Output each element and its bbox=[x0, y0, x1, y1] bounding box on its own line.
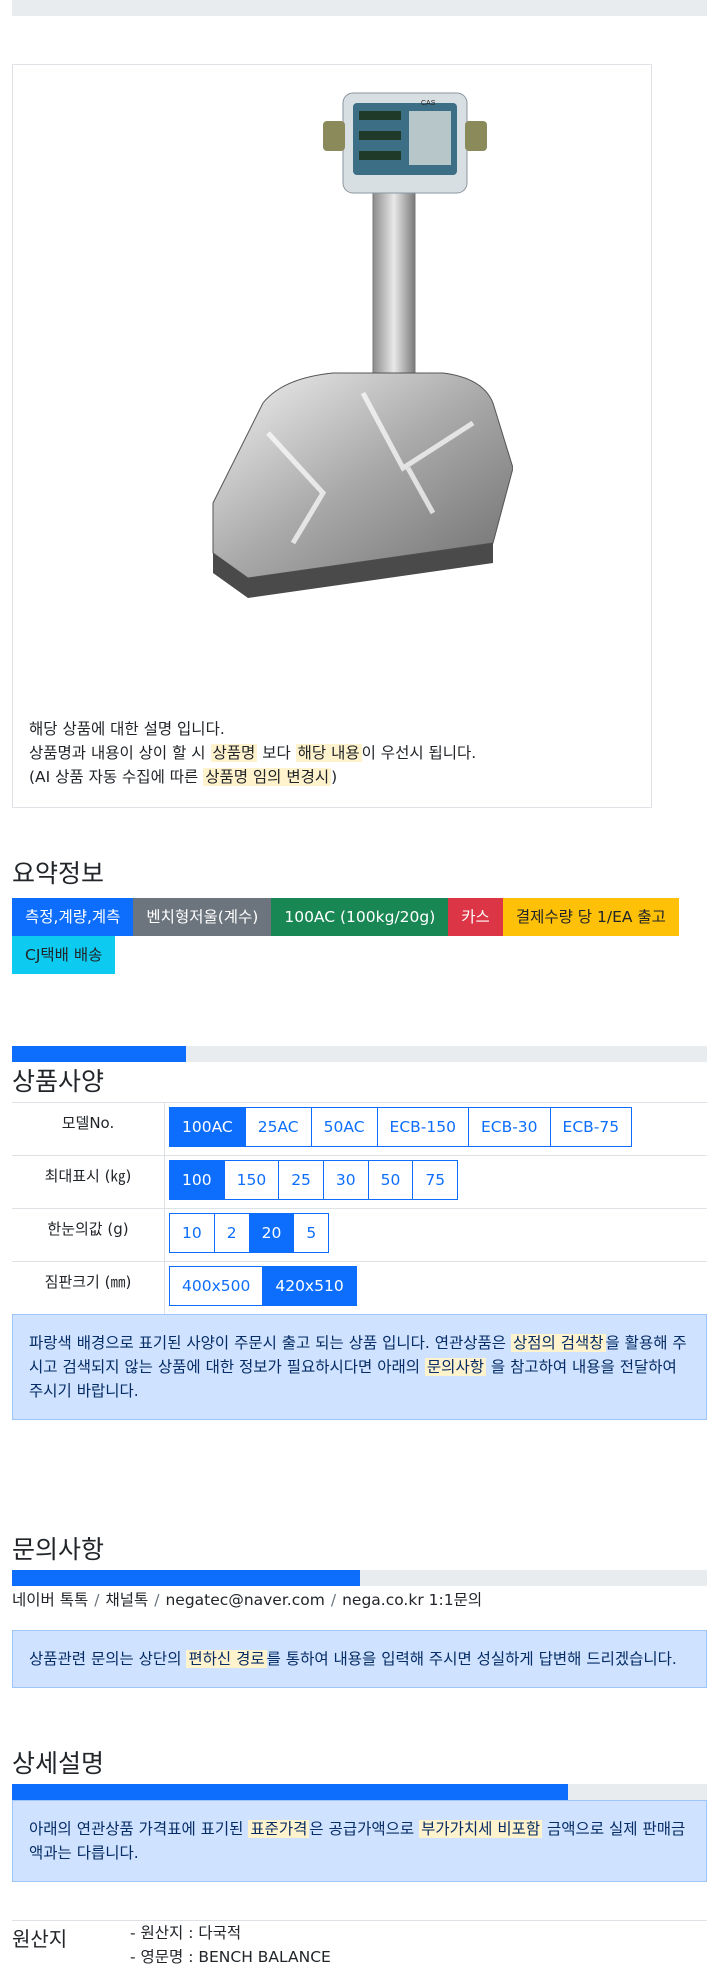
separator: / bbox=[94, 1591, 100, 1609]
option-button[interactable]: ECB-150 bbox=[376, 1107, 469, 1147]
option-button[interactable]: 100 bbox=[169, 1160, 225, 1200]
highlight-name-change: 상품명 임의 변경시 bbox=[203, 768, 332, 786]
product-image-card: CAS 해당 상품에 대한 설명 입니다. 상품명과 내용이 상이 할 시 상품… bbox=[12, 64, 652, 808]
spec-row-platter-size: 짐판크기 (㎜) 400x500 420x510 bbox=[12, 1261, 707, 1314]
desc-text: 보다 bbox=[257, 744, 296, 762]
desc-text: (AI 상품 자동 수집에 따른 bbox=[29, 768, 204, 786]
page: CAS 해당 상품에 대한 설명 입니다. 상품명과 내용이 상이 할 시 상품… bbox=[12, 0, 720, 1969]
option-button[interactable]: 400x500 bbox=[169, 1266, 264, 1306]
desc-text: 상품명과 내용이 상이 할 시 bbox=[29, 744, 211, 762]
spec-label: 최대표시 (㎏) bbox=[12, 1155, 165, 1209]
spec-options-cell: 10 2 20 5 bbox=[164, 1208, 707, 1262]
option-group-capacity: 100 150 25 30 50 75 bbox=[169, 1160, 459, 1200]
inquiry-notice: 상품관련 문의는 상단의 편하신 경로 를 통하여 내용을 입력해 주시면 성실하… bbox=[12, 1630, 707, 1688]
product-image: CAS bbox=[212, 92, 513, 598]
progress-fill bbox=[12, 1046, 186, 1062]
option-button[interactable]: 50 bbox=[367, 1160, 414, 1200]
separator: / bbox=[330, 1591, 337, 1609]
option-button[interactable]: 100AC bbox=[169, 1107, 246, 1147]
detail-notice: 아래의 연관상품 가격표에 표기된 표준가격 은 공급가액으로 부가가치세 비포함… bbox=[12, 1800, 707, 1882]
highlight-inquiry: 문의사항 bbox=[424, 1358, 486, 1376]
spec-table: 모델No. 100AC 25AC 50AC ECB-150 ECB-30 ECB… bbox=[12, 1102, 707, 1314]
desc-text: ) bbox=[331, 768, 338, 786]
scale-brand-label: CAS bbox=[421, 100, 436, 107]
highlight-product-name: 상품명 bbox=[210, 744, 258, 762]
highlight-vat-excluded: 부가가치세 비포함 bbox=[419, 1820, 543, 1838]
spec-options-cell: 100AC 25AC 50AC ECB-150 ECB-30 ECB-75 bbox=[164, 1102, 707, 1156]
badge-quantity: 결제수량 당 1/EA 출고 bbox=[502, 898, 679, 936]
spec-label: 모델No. bbox=[12, 1102, 165, 1156]
origin-country: - 원산지 : 다국적 bbox=[130, 1924, 242, 1942]
badge-model: 100AC (100kg/20g) bbox=[271, 898, 449, 936]
spec-row-resolution: 한눈의값 (g) 10 2 20 5 bbox=[12, 1208, 707, 1262]
badge-brand: 카스 bbox=[448, 898, 503, 936]
option-button[interactable]: 20 bbox=[248, 1213, 295, 1253]
origin-label: 원산지 bbox=[12, 1927, 68, 1951]
image-desc-line-1: 해당 상품에 대한 설명 입니다. bbox=[29, 720, 225, 738]
image-description: 해당 상품에 대한 설명 입니다. 상품명과 내용이 상이 할 시 상품명 보다… bbox=[29, 717, 476, 789]
notice-text: 상품관련 문의는 상단의 bbox=[29, 1650, 187, 1668]
link-site-inquiry[interactable]: nega.co.kr 1:1문의 bbox=[342, 1591, 482, 1609]
option-button[interactable]: 30 bbox=[322, 1160, 369, 1200]
spec-title: 상품사양 bbox=[12, 1067, 105, 1096]
option-button[interactable]: 420x510 bbox=[262, 1266, 357, 1306]
highlight-route: 편하신 경로 bbox=[186, 1650, 267, 1668]
option-group-resolution: 10 2 20 5 bbox=[169, 1213, 330, 1253]
notice-text: 파랑색 배경으로 표기된 사양이 주문시 출고 되는 상품 입니다. 연관상품은 bbox=[29, 1334, 511, 1352]
spec-label: 짐판크기 (㎜) bbox=[12, 1261, 165, 1314]
image-desc-line-3: (AI 상품 자동 수집에 따른 상품명 임의 변경시) bbox=[29, 765, 476, 789]
detail-progress-bar bbox=[12, 1784, 707, 1800]
link-channel-talk[interactable]: 채널톡 bbox=[105, 1591, 148, 1609]
option-button[interactable]: 5 bbox=[293, 1213, 330, 1253]
progress-fill bbox=[12, 1570, 360, 1586]
option-group-model: 100AC 25AC 50AC ECB-150 ECB-30 ECB-75 bbox=[169, 1107, 633, 1147]
spec-label: 한눈의값 (g) bbox=[12, 1208, 165, 1262]
inquiry-progress-bar bbox=[12, 1570, 707, 1586]
option-button[interactable]: 75 bbox=[412, 1160, 459, 1200]
spec-progress-bar bbox=[12, 1046, 707, 1062]
origin-values: - 원산지 : 다국적 - 영문명 : BENCH BALANCE bbox=[130, 1921, 331, 1969]
option-button[interactable]: 150 bbox=[223, 1160, 280, 1200]
spec-row-model: 모델No. 100AC 25AC 50AC ECB-150 ECB-30 ECB… bbox=[12, 1102, 707, 1156]
notice-text: 를 통하여 내용을 입력해 주시면 성실하게 답변해 드리겠습니다. bbox=[266, 1650, 677, 1668]
link-email[interactable]: negatec@naver.com bbox=[165, 1591, 324, 1609]
detail-title: 상세설명 bbox=[12, 1749, 105, 1778]
spec-row-max-capacity: 최대표시 (㎏) 100 150 25 30 50 75 bbox=[12, 1155, 707, 1209]
spec-notice: 파랑색 배경으로 표기된 사양이 주문시 출고 되는 상품 입니다. 연관상품은… bbox=[12, 1314, 707, 1420]
summary-title: 요약정보 bbox=[12, 859, 105, 888]
option-button[interactable]: 25 bbox=[278, 1160, 324, 1200]
image-desc-line-2: 상품명과 내용이 상이 할 시 상품명 보다 해당 내용 이 우선시 됩니다. bbox=[29, 741, 476, 765]
option-button[interactable]: ECB-75 bbox=[549, 1107, 633, 1147]
highlight-content: 해당 내용 bbox=[295, 744, 362, 762]
spec-options-cell: 100 150 25 30 50 75 bbox=[164, 1155, 707, 1209]
origin-english-name: - 영문명 : BENCH BALANCE bbox=[130, 1948, 331, 1966]
option-group-platter: 400x500 420x510 bbox=[169, 1266, 357, 1306]
desc-text: 이 우선시 됩니다. bbox=[361, 744, 477, 762]
highlight-standard-price: 표준가격 bbox=[248, 1820, 310, 1838]
progress-fill bbox=[12, 1784, 568, 1800]
spec-options-cell: 400x500 420x510 bbox=[164, 1261, 707, 1314]
option-button[interactable]: 10 bbox=[169, 1213, 215, 1253]
highlight-search: 상점의 검색창 bbox=[511, 1334, 606, 1352]
inquiry-title: 문의사항 bbox=[12, 1535, 105, 1564]
notice-text: 아래의 연관상품 가격표에 표기된 bbox=[29, 1820, 249, 1838]
option-button[interactable]: 25AC bbox=[244, 1107, 312, 1147]
origin-section: 원산지 - 원산지 : 다국적 - 영문명 : BENCH BALANCE bbox=[12, 1920, 707, 1969]
top-progress-bar bbox=[12, 0, 707, 16]
separator: / bbox=[154, 1591, 160, 1609]
option-button[interactable]: 2 bbox=[213, 1213, 250, 1253]
contact-links: 네이버 톡톡 / 채널톡 / negatec@naver.com / nega.co.kr … bbox=[12, 1588, 720, 1610]
badge-type: 벤치형저울(계수) bbox=[133, 898, 272, 936]
notice-text: 은 공급가액으로 bbox=[309, 1820, 420, 1838]
badge-category: 측정,계량,계측 bbox=[12, 898, 134, 936]
summary-badges: 측정,계량,계측 벤치형저울(계수) 100AC (100kg/20g) 카스 … bbox=[12, 898, 712, 974]
option-button[interactable]: ECB-30 bbox=[467, 1107, 551, 1147]
badge-shipping: CJ택배 배송 bbox=[12, 936, 116, 974]
link-naver-talk[interactable]: 네이버 톡톡 bbox=[12, 1591, 88, 1609]
option-button[interactable]: 50AC bbox=[310, 1107, 378, 1147]
